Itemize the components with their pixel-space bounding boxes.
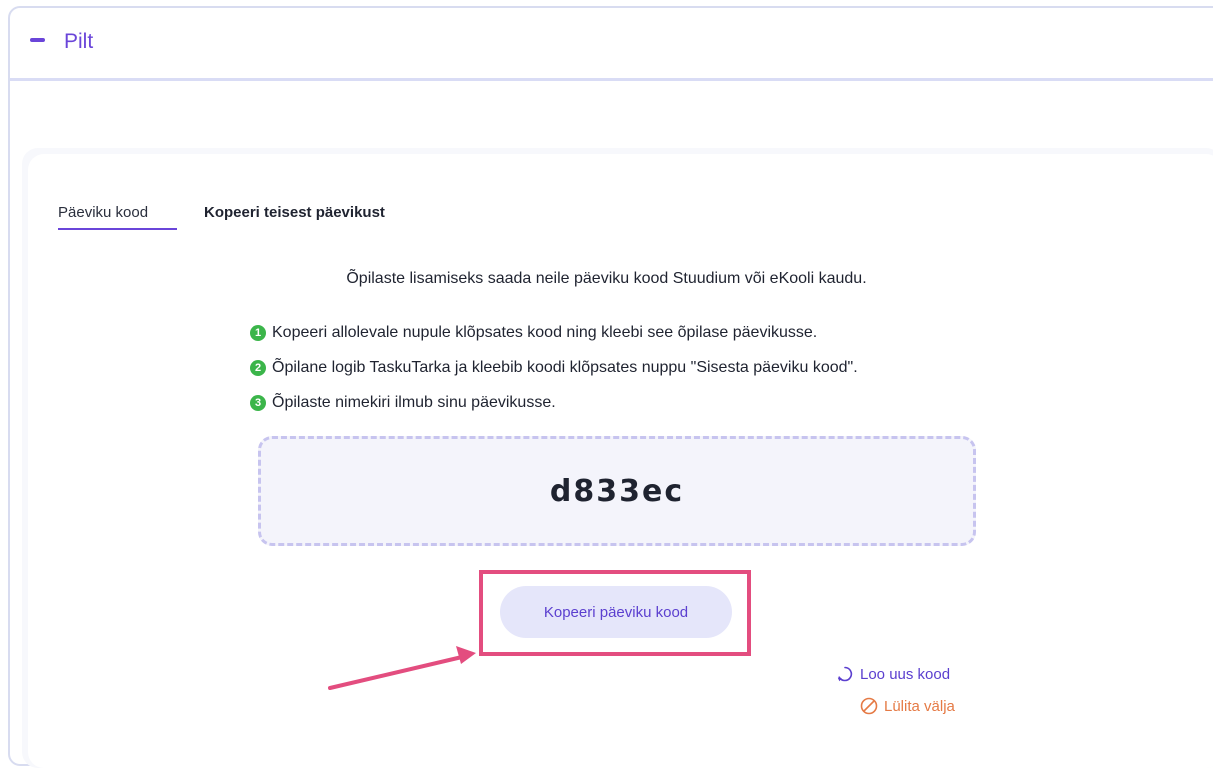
diary-code-box: d833ec [258, 436, 976, 546]
panel-title: Pilt [64, 30, 94, 53]
step-text: Õpilaste nimekiri ilmub sinu päevikusse. [272, 394, 556, 411]
list-item: 2 Õpilane logib TaskuTarka ja kleebib ko… [250, 355, 858, 381]
new-code-link[interactable]: Loo uus kood [836, 665, 950, 683]
panel-header[interactable]: Pilt [10, 8, 1213, 81]
intro-text: Õpilaste lisamiseks saada neile päeviku … [346, 270, 867, 287]
step-number-badge: 2 [250, 360, 266, 376]
tab-diary-code[interactable]: Päeviku kood [58, 204, 148, 221]
step-number-badge: 1 [250, 325, 266, 341]
switch-off-label: Lülita välja [884, 697, 955, 715]
highlight-annotation [479, 570, 751, 656]
list-item: 3 Õpilaste nimekiri ilmub sinu päevikuss… [250, 390, 858, 416]
minus-icon[interactable] [30, 38, 45, 42]
diary-code-value: d833ec [549, 473, 685, 509]
active-tab-indicator [58, 228, 177, 230]
step-text: Õpilane logib TaskuTarka ja kleebib kood… [272, 359, 858, 376]
switch-off-link[interactable]: Lülita välja [860, 697, 955, 715]
refresh-icon [837, 666, 853, 682]
tab-copy-from-diary[interactable]: Kopeeri teisest päevikust [204, 204, 385, 221]
instruction-list: 1 Kopeeri allolevale nupule klõpsates ko… [250, 320, 858, 425]
disable-icon [860, 697, 878, 715]
step-number-badge: 3 [250, 395, 266, 411]
step-text: Kopeeri allolevale nupule klõpsates kood… [272, 324, 818, 341]
list-item: 1 Kopeeri allolevale nupule klõpsates ko… [250, 320, 858, 346]
new-code-label: Loo uus kood [860, 665, 951, 683]
